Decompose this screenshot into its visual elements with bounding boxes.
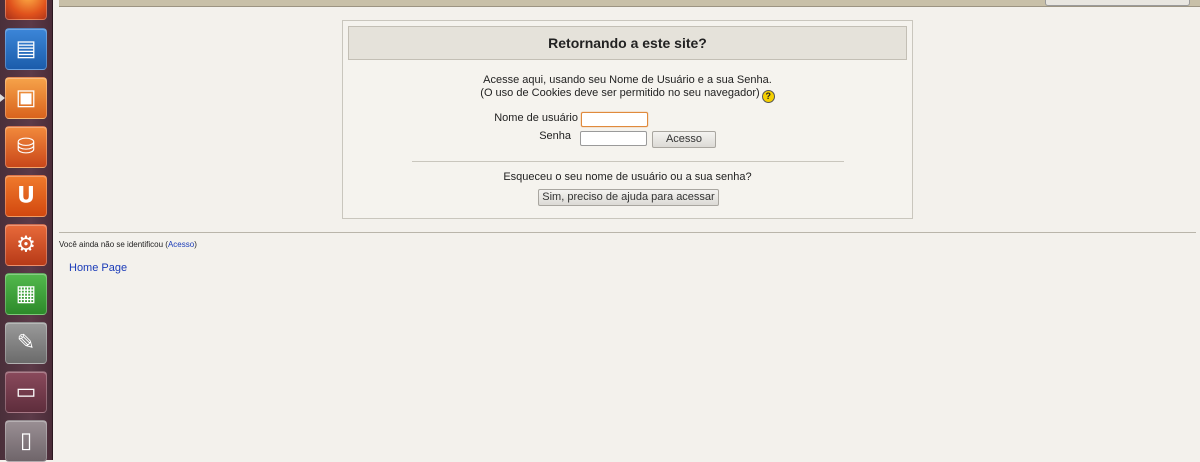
impress-glyph: ▣ [15, 85, 37, 111]
help-icon[interactable]: ? [761, 90, 775, 103]
workspace-switcher-icon[interactable]: ▭ [5, 371, 47, 413]
footer-rule [59, 232, 1196, 233]
software-center-glyph: ⛁ [16, 134, 36, 160]
home-page-link[interactable]: Home Page [69, 262, 127, 274]
password-input[interactable] [580, 131, 647, 146]
forgot-password-button[interactable]: Sim, preciso de ajuda para acessar [538, 189, 719, 206]
section-divider [412, 161, 844, 162]
username-input[interactable] [581, 112, 648, 127]
password-label: Senha [539, 130, 571, 142]
ubuntu-one-icon[interactable]: U [5, 175, 47, 217]
writer-icon[interactable]: ▤ [5, 28, 47, 70]
writer-glyph: ▤ [15, 36, 37, 62]
login-panel: Retornando a este site? Acesse aqui, usa… [342, 20, 913, 219]
forgot-password-text: Esqueceu o seu nome de usuário ou a sua … [503, 171, 752, 183]
text-editor-icon[interactable]: ✎ [5, 322, 47, 364]
system-settings-glyph: ⚙ [16, 232, 36, 258]
language-menu[interactable] [1045, 0, 1190, 6]
login-info: Você ainda não se identificou (Acesso) [59, 240, 197, 249]
software-center-icon[interactable]: ⛁ [5, 126, 47, 168]
login-link[interactable]: Acesso [168, 240, 194, 249]
system-settings-icon[interactable]: ⚙ [5, 224, 47, 266]
login-info-prefix: Você ainda não se identificou ( [59, 240, 168, 249]
impress-icon[interactable]: ▣ [5, 77, 47, 119]
media-player-glyph: ▯ [19, 428, 33, 454]
calc-icon[interactable]: ▦ [5, 273, 47, 315]
login-title: Retornando a este site? [348, 26, 907, 60]
username-label: Nome de usuário [494, 112, 578, 124]
media-player-icon[interactable]: ▯ [5, 420, 47, 462]
login-button[interactable]: Acesso [652, 131, 716, 148]
workspace-switcher-glyph: ▭ [15, 379, 37, 405]
page-header-strip [59, 0, 1200, 7]
calc-glyph: ▦ [15, 281, 37, 307]
firefox-icon[interactable] [5, 0, 47, 20]
cookies-note: (O uso de Cookies deve ser permitido no … [343, 87, 912, 103]
text-editor-glyph: ✎ [16, 330, 36, 356]
unity-launcher: ▤ ▣ ⛁ U ⚙ ▦ ✎ ▭ ▯ [0, 0, 53, 462]
login-info-suffix: ) [194, 240, 197, 249]
ubuntu-one-glyph: U [17, 183, 35, 209]
login-instructions: Acesse aqui, usando seu Nome de Usuário … [483, 74, 772, 86]
cookies-note-text: (O uso de Cookies deve ser permitido no … [480, 87, 760, 99]
